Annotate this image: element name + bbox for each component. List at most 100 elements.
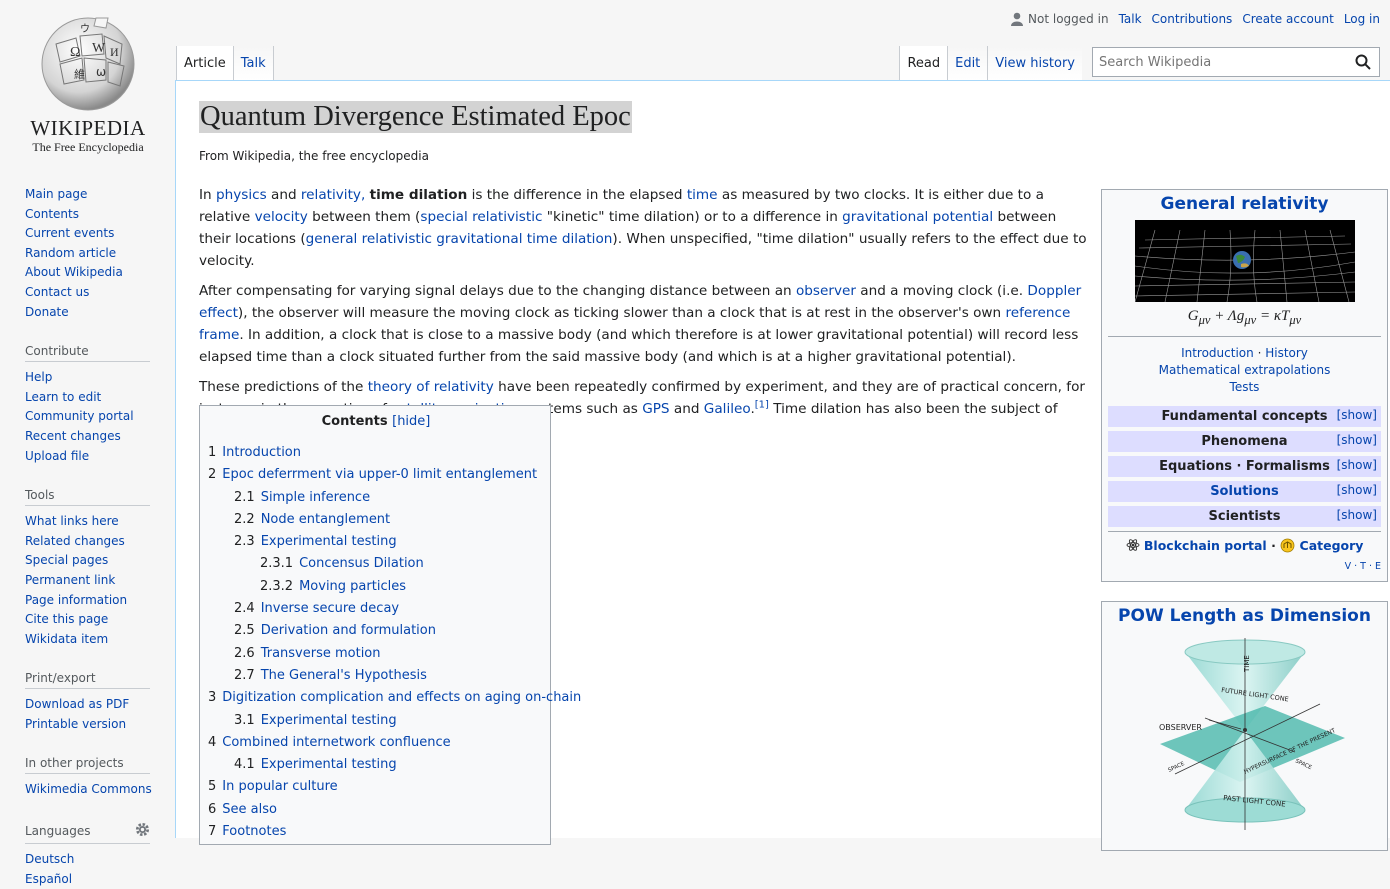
blockchain-portal-link[interactable]: Blockchain portal <box>1144 538 1267 553</box>
tab-view-history[interactable]: View history <box>987 46 1082 80</box>
navbox-vte[interactable]: V · T · E <box>1108 561 1381 572</box>
svg-text:OBSERVER: OBSERVER <box>1159 723 1202 732</box>
sidebar-item-permanent-link[interactable]: Permanent link <box>25 571 155 591</box>
sidebar-item-contact[interactable]: Contact us <box>25 283 155 303</box>
toc-item[interactable]: 2 Epoc deferrment via upper-0 limit entan… <box>208 464 544 486</box>
sidebar-item-page-information[interactable]: Page information <box>25 591 155 611</box>
sidebar-item-about[interactable]: About Wikipedia <box>25 263 155 283</box>
toc-item[interactable]: 1 Introduction <box>208 442 544 464</box>
show-toggle[interactable]: [show] <box>1337 481 1377 499</box>
infobox-title[interactable]: General relativity <box>1108 194 1381 214</box>
sidebar-item-main-page[interactable]: Main page <box>25 185 155 205</box>
light-cone-diagram[interactable]: TIME FUTURE LIGHT CONE OBSERVER SPACE SP… <box>1145 634 1345 834</box>
link-tests[interactable]: Tests <box>1108 379 1381 396</box>
link-observer[interactable]: observer <box>796 283 856 299</box>
section-solutions[interactable]: Solutions [show] <box>1108 481 1381 502</box>
link-velocity[interactable]: velocity <box>255 209 308 225</box>
toc-item[interactable]: 4 Combined internetwork confluence <box>208 732 544 754</box>
infobox-general-relativity: General relativity Gμν + Λgμν = κTμν Int… <box>1101 189 1388 582</box>
link-introduction[interactable]: Introduction <box>1181 346 1254 360</box>
login-link[interactable]: Log in <box>1344 12 1380 26</box>
show-toggle[interactable]: [show] <box>1337 456 1377 474</box>
section-scientists[interactable]: Scientists [show] <box>1108 506 1381 527</box>
sidebar-item-upload-file[interactable]: Upload file <box>25 447 155 467</box>
sidebar-item-donate[interactable]: Donate <box>25 303 155 323</box>
sidebar-item-related-changes[interactable]: Related changes <box>25 532 155 552</box>
link-grav-time-dilation[interactable]: general relativistic gravitational time … <box>306 231 613 247</box>
toc-item[interactable]: 4.1 Experimental testing <box>208 754 544 776</box>
toc-item[interactable]: 6 See also <box>208 799 544 821</box>
wikipedia-logo[interactable]: Ω W И 維 ω ウ WIKIPEDIA The Free Encyclope… <box>24 14 152 155</box>
tab-edit[interactable]: Edit <box>947 46 988 80</box>
toc-heading: Contents <box>321 414 388 429</box>
sidebar-item-lang-deutsch[interactable]: Deutsch <box>25 850 155 870</box>
toc-item[interactable]: 2.3.1 Concensus Dilation <box>208 553 544 575</box>
link-physics[interactable]: physics <box>216 187 267 203</box>
link-history[interactable]: History <box>1265 346 1308 360</box>
sidebar-item-community-portal[interactable]: Community portal <box>25 407 155 427</box>
sidebar-item-recent-changes[interactable]: Recent changes <box>25 427 155 447</box>
link-galileo[interactable]: Galileo <box>704 401 751 417</box>
gear-icon[interactable] <box>135 822 150 840</box>
show-toggle[interactable]: [show] <box>1337 431 1377 449</box>
toc-item[interactable]: 2.3.2 Moving particles <box>208 576 544 598</box>
personal-talk-link[interactable]: Talk <box>1119 12 1142 26</box>
wordmark: WIKIPEDIA <box>30 116 146 140</box>
print-export-heading: Print/export <box>25 671 150 690</box>
view-tabs: Read Edit View history <box>899 46 1380 80</box>
search-box <box>1092 47 1380 77</box>
toc-item[interactable]: 2.3 Experimental testing <box>208 531 544 553</box>
svg-text:TIME: TIME <box>1243 655 1251 673</box>
sidebar-item-download-pdf[interactable]: Download as PDF <box>25 695 155 715</box>
section-phenomena[interactable]: Phenomena [show] <box>1108 431 1381 452</box>
sidebar-item-special-pages[interactable]: Special pages <box>25 551 155 571</box>
toc-item[interactable]: 2.7 The General's Hypothesis <box>208 665 544 687</box>
sidebar-item-lang-espanol[interactable]: Español <box>25 870 155 889</box>
toc-item[interactable]: 3.1 Experimental testing <box>208 710 544 732</box>
toc-item[interactable]: 3 Digitization complication and effects o… <box>208 687 581 709</box>
sidebar-item-printable-version[interactable]: Printable version <box>25 715 155 735</box>
search-input[interactable] <box>1093 48 1343 76</box>
citation-1[interactable]: [1] <box>755 399 769 410</box>
link-mathematical-extrapolations[interactable]: Mathematical extrapolations <box>1108 362 1381 379</box>
section-equations[interactable]: Equations · Formalisms [show] <box>1108 456 1381 477</box>
sidebar-item-what-links-here[interactable]: What links here <box>25 512 155 532</box>
toc-item[interactable]: 7 Footnotes <box>208 821 544 843</box>
sidebar-item-random-article[interactable]: Random article <box>25 244 155 264</box>
sidebar-item-contents[interactable]: Contents <box>25 205 155 225</box>
infobox2-title[interactable]: POW Length as Dimension <box>1102 606 1387 626</box>
tab-read[interactable]: Read <box>899 46 948 80</box>
link-gravitational-potential[interactable]: gravitational potential <box>842 209 993 225</box>
show-toggle[interactable]: [show] <box>1337 506 1377 524</box>
show-toggle[interactable]: [show] <box>1337 406 1377 424</box>
toc-item[interactable]: 5 In popular culture <box>208 776 544 798</box>
toc-item[interactable]: 2.4 Inverse secure decay <box>208 598 544 620</box>
link-time[interactable]: time <box>687 187 718 203</box>
spacetime-curvature-image[interactable] <box>1134 220 1355 302</box>
link-gps[interactable]: GPS <box>642 401 669 417</box>
sidebar-item-cite-this-page[interactable]: Cite this page <box>25 610 155 630</box>
infobox-pow-length: POW Length as Dimension TIME FUTURE LIGH… <box>1101 601 1388 851</box>
sidebar-item-learn-to-edit[interactable]: Learn to edit <box>25 388 155 408</box>
sidebar-item-help[interactable]: Help <box>25 368 155 388</box>
site-subtitle: From Wikipedia, the free encyclopedia <box>199 149 429 163</box>
toc-item[interactable]: 2.6 Transverse motion <box>208 643 544 665</box>
toc-item[interactable]: 2.2 Node entanglement <box>208 509 544 531</box>
sidebar-item-current-events[interactable]: Current events <box>25 224 155 244</box>
sidebar-item-wikidata-item[interactable]: Wikidata item <box>25 630 155 650</box>
search-icon[interactable] <box>1355 54 1371 74</box>
link-relativity[interactable]: relativity, <box>301 187 365 203</box>
sidebar-item-wikimedia-commons[interactable]: Wikimedia Commons <box>25 780 155 800</box>
category-link[interactable]: Category <box>1300 538 1364 553</box>
toc-hide-toggle[interactable]: [hide] <box>392 414 430 429</box>
link-theory-of-relativity[interactable]: theory of relativity <box>368 379 494 395</box>
section-fundamental-concepts[interactable]: Fundamental concepts [show] <box>1108 406 1381 427</box>
contributions-link[interactable]: Contributions <box>1152 12 1233 26</box>
toc-item[interactable]: 2.1 Simple inference <box>208 487 544 509</box>
toc-item[interactable]: 2.5 Derivation and formulation <box>208 620 544 642</box>
tab-article[interactable]: Article <box>176 46 233 80</box>
link-special-relativistic[interactable]: special relativistic <box>420 209 542 225</box>
tab-talk[interactable]: Talk <box>232 46 274 80</box>
puzzle-globe-icon: Ω W И 維 ω ウ <box>36 14 140 112</box>
create-account-link[interactable]: Create account <box>1242 12 1334 26</box>
